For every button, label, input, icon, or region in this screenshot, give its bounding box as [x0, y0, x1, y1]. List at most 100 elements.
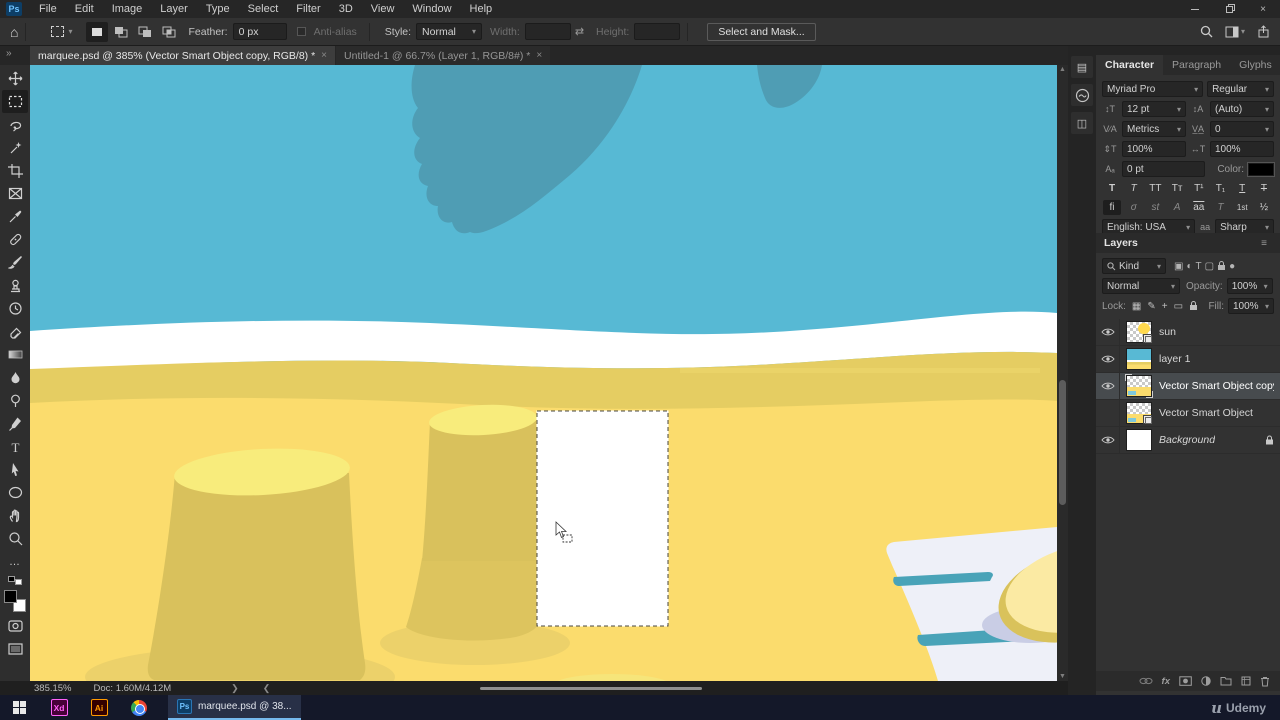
leading-select[interactable]: (Auto) ▾: [1210, 101, 1274, 117]
layer-thumbnail[interactable]: [1126, 348, 1152, 370]
tracking-select[interactable]: 0 ▾: [1210, 121, 1274, 137]
close-icon[interactable]: ×: [536, 50, 542, 61]
lock-artboard-icon[interactable]: ▭: [1174, 301, 1183, 312]
minimize-button[interactable]: [1178, 0, 1212, 18]
ordinals-button[interactable]: 1st: [1233, 200, 1251, 215]
move-tool[interactable]: [2, 67, 28, 90]
tab-paragraph[interactable]: Paragraph: [1163, 55, 1230, 75]
frame-tool[interactable]: [2, 182, 28, 205]
add-to-selection-button[interactable]: [110, 22, 132, 42]
edit-toolbar-button[interactable]: …: [2, 550, 28, 573]
visibility-toggle-off[interactable]: [1096, 399, 1120, 427]
visibility-toggle[interactable]: [1096, 345, 1120, 373]
layer-row-background[interactable]: Background: [1096, 426, 1280, 454]
strikethrough-button[interactable]: T: [1255, 181, 1273, 196]
layer-thumbnail[interactable]: [1126, 402, 1152, 424]
link-layers-icon[interactable]: [1139, 677, 1153, 685]
subtract-from-selection-button[interactable]: [134, 22, 156, 42]
menu-edit[interactable]: Edit: [66, 0, 103, 18]
discretionary-ligatures-button[interactable]: st: [1146, 200, 1164, 215]
pen-tool[interactable]: [2, 412, 28, 435]
spot-healing-brush-tool[interactable]: [2, 228, 28, 251]
rectangular-marquee-tool[interactable]: [2, 90, 28, 113]
share-icon[interactable]: [1257, 25, 1270, 38]
filter-adjustment-layers-icon[interactable]: ◐: [1186, 261, 1192, 272]
chrome-taskbar-icon[interactable]: [126, 695, 152, 720]
filter-smart-objects-icon[interactable]: [1217, 261, 1226, 271]
layer-row-layer-1[interactable]: layer 1: [1096, 345, 1280, 373]
lock-position-icon[interactable]: +: [1162, 301, 1168, 312]
close-button[interactable]: ×: [1246, 0, 1280, 18]
tab-untitled-1[interactable]: Untitled-1 @ 66.7% (Layer 1, RGB/8#) * ×: [336, 46, 551, 65]
scroll-up-icon[interactable]: ▲: [1059, 66, 1066, 73]
foreground-color-swatch[interactable]: [4, 590, 17, 603]
visibility-toggle[interactable]: [1096, 318, 1120, 346]
layer-thumbnail[interactable]: [1125, 374, 1153, 398]
menu-layer[interactable]: Layer: [151, 0, 197, 18]
workspace-icon[interactable]: [1225, 26, 1239, 38]
vertical-scroll-thumb[interactable]: [1059, 380, 1066, 505]
width-input[interactable]: [524, 23, 571, 40]
clone-stamp-tool[interactable]: [2, 274, 28, 297]
subscript-button[interactable]: T₁: [1212, 181, 1230, 196]
titling-alternates-button[interactable]: T: [1212, 200, 1230, 215]
menu-help[interactable]: Help: [461, 0, 502, 18]
color-swatches[interactable]: [4, 590, 26, 612]
lasso-tool[interactable]: [2, 113, 28, 136]
layer-filter-select[interactable]: Kind ▾: [1102, 258, 1166, 274]
feather-input[interactable]: 0 px: [232, 23, 287, 40]
vertical-scrollbar[interactable]: ▲ ▼: [1057, 65, 1068, 681]
small-caps-button[interactable]: Tᴛ: [1168, 181, 1186, 196]
restore-button[interactable]: [1212, 0, 1246, 18]
menu-view[interactable]: View: [362, 0, 404, 18]
visibility-toggle[interactable]: [1096, 372, 1120, 400]
screen-mode-button[interactable]: [2, 637, 28, 660]
brush-tool[interactable]: [2, 251, 28, 274]
scroll-down-icon[interactable]: ▼: [1059, 673, 1066, 680]
select-and-mask-button[interactable]: Select and Mask...: [707, 22, 816, 41]
menu-image[interactable]: Image: [103, 0, 152, 18]
status-arrow-right-icon[interactable]: ❯: [231, 683, 239, 694]
document-canvas[interactable]: [30, 65, 1057, 681]
layer-row-sun[interactable]: sun: [1096, 318, 1280, 346]
vertical-scale-input[interactable]: 100%: [1122, 141, 1186, 157]
lock-image-pixels-icon[interactable]: ✎: [1147, 301, 1155, 312]
underline-button[interactable]: T: [1233, 181, 1251, 196]
menu-select[interactable]: Select: [239, 0, 288, 18]
status-arrow-left-icon[interactable]: ❮: [263, 683, 271, 694]
all-caps-button[interactable]: TT: [1146, 181, 1164, 196]
toolbar-collapse-icon[interactable]: »: [6, 48, 11, 59]
faux-bold-button[interactable]: T: [1103, 181, 1121, 196]
menu-window[interactable]: Window: [403, 0, 460, 18]
layer-style-icon[interactable]: fx: [1162, 676, 1170, 687]
layer-thumbnail[interactable]: [1126, 429, 1152, 451]
filter-pixel-layers-icon[interactable]: ▣: [1174, 261, 1183, 272]
layer-row-vector-smart-object[interactable]: Vector Smart Object: [1096, 399, 1280, 427]
dodge-tool[interactable]: [2, 389, 28, 412]
kerning-select[interactable]: Metrics ▾: [1122, 121, 1186, 137]
adobe-xd-taskbar-icon[interactable]: Xd: [46, 695, 72, 720]
new-selection-button[interactable]: [86, 21, 109, 42]
tool-preset-picker[interactable]: ▾: [47, 24, 76, 39]
eyedropper-tool[interactable]: [2, 205, 28, 228]
lock-all-icon[interactable]: [1189, 301, 1198, 311]
menu-3d[interactable]: 3D: [330, 0, 362, 18]
filter-toggle-icon[interactable]: ●: [1229, 261, 1235, 272]
libraries-panel-icon[interactable]: ◫: [1071, 112, 1093, 134]
delete-layer-icon[interactable]: [1260, 676, 1270, 687]
crop-tool[interactable]: [2, 159, 28, 182]
quick-mask-button[interactable]: [2, 614, 28, 637]
brush-settings-panel-icon[interactable]: ▤: [1071, 56, 1093, 78]
close-icon[interactable]: ×: [321, 50, 327, 61]
swash-button[interactable]: A: [1168, 200, 1186, 215]
stylistic-alternates-button[interactable]: aa: [1190, 200, 1208, 215]
text-color-swatch[interactable]: [1247, 161, 1275, 177]
type-tool[interactable]: T: [2, 435, 28, 458]
panel-menu-icon[interactable]: ≡: [1261, 238, 1267, 249]
lock-transparent-pixels-icon[interactable]: ▦: [1132, 301, 1141, 312]
gradient-tool[interactable]: [2, 343, 28, 366]
adjustment-layer-icon[interactable]: [1201, 676, 1211, 686]
new-group-icon[interactable]: [1220, 676, 1232, 686]
blur-tool[interactable]: [2, 366, 28, 389]
opacity-input[interactable]: 100% ▾: [1226, 278, 1273, 294]
